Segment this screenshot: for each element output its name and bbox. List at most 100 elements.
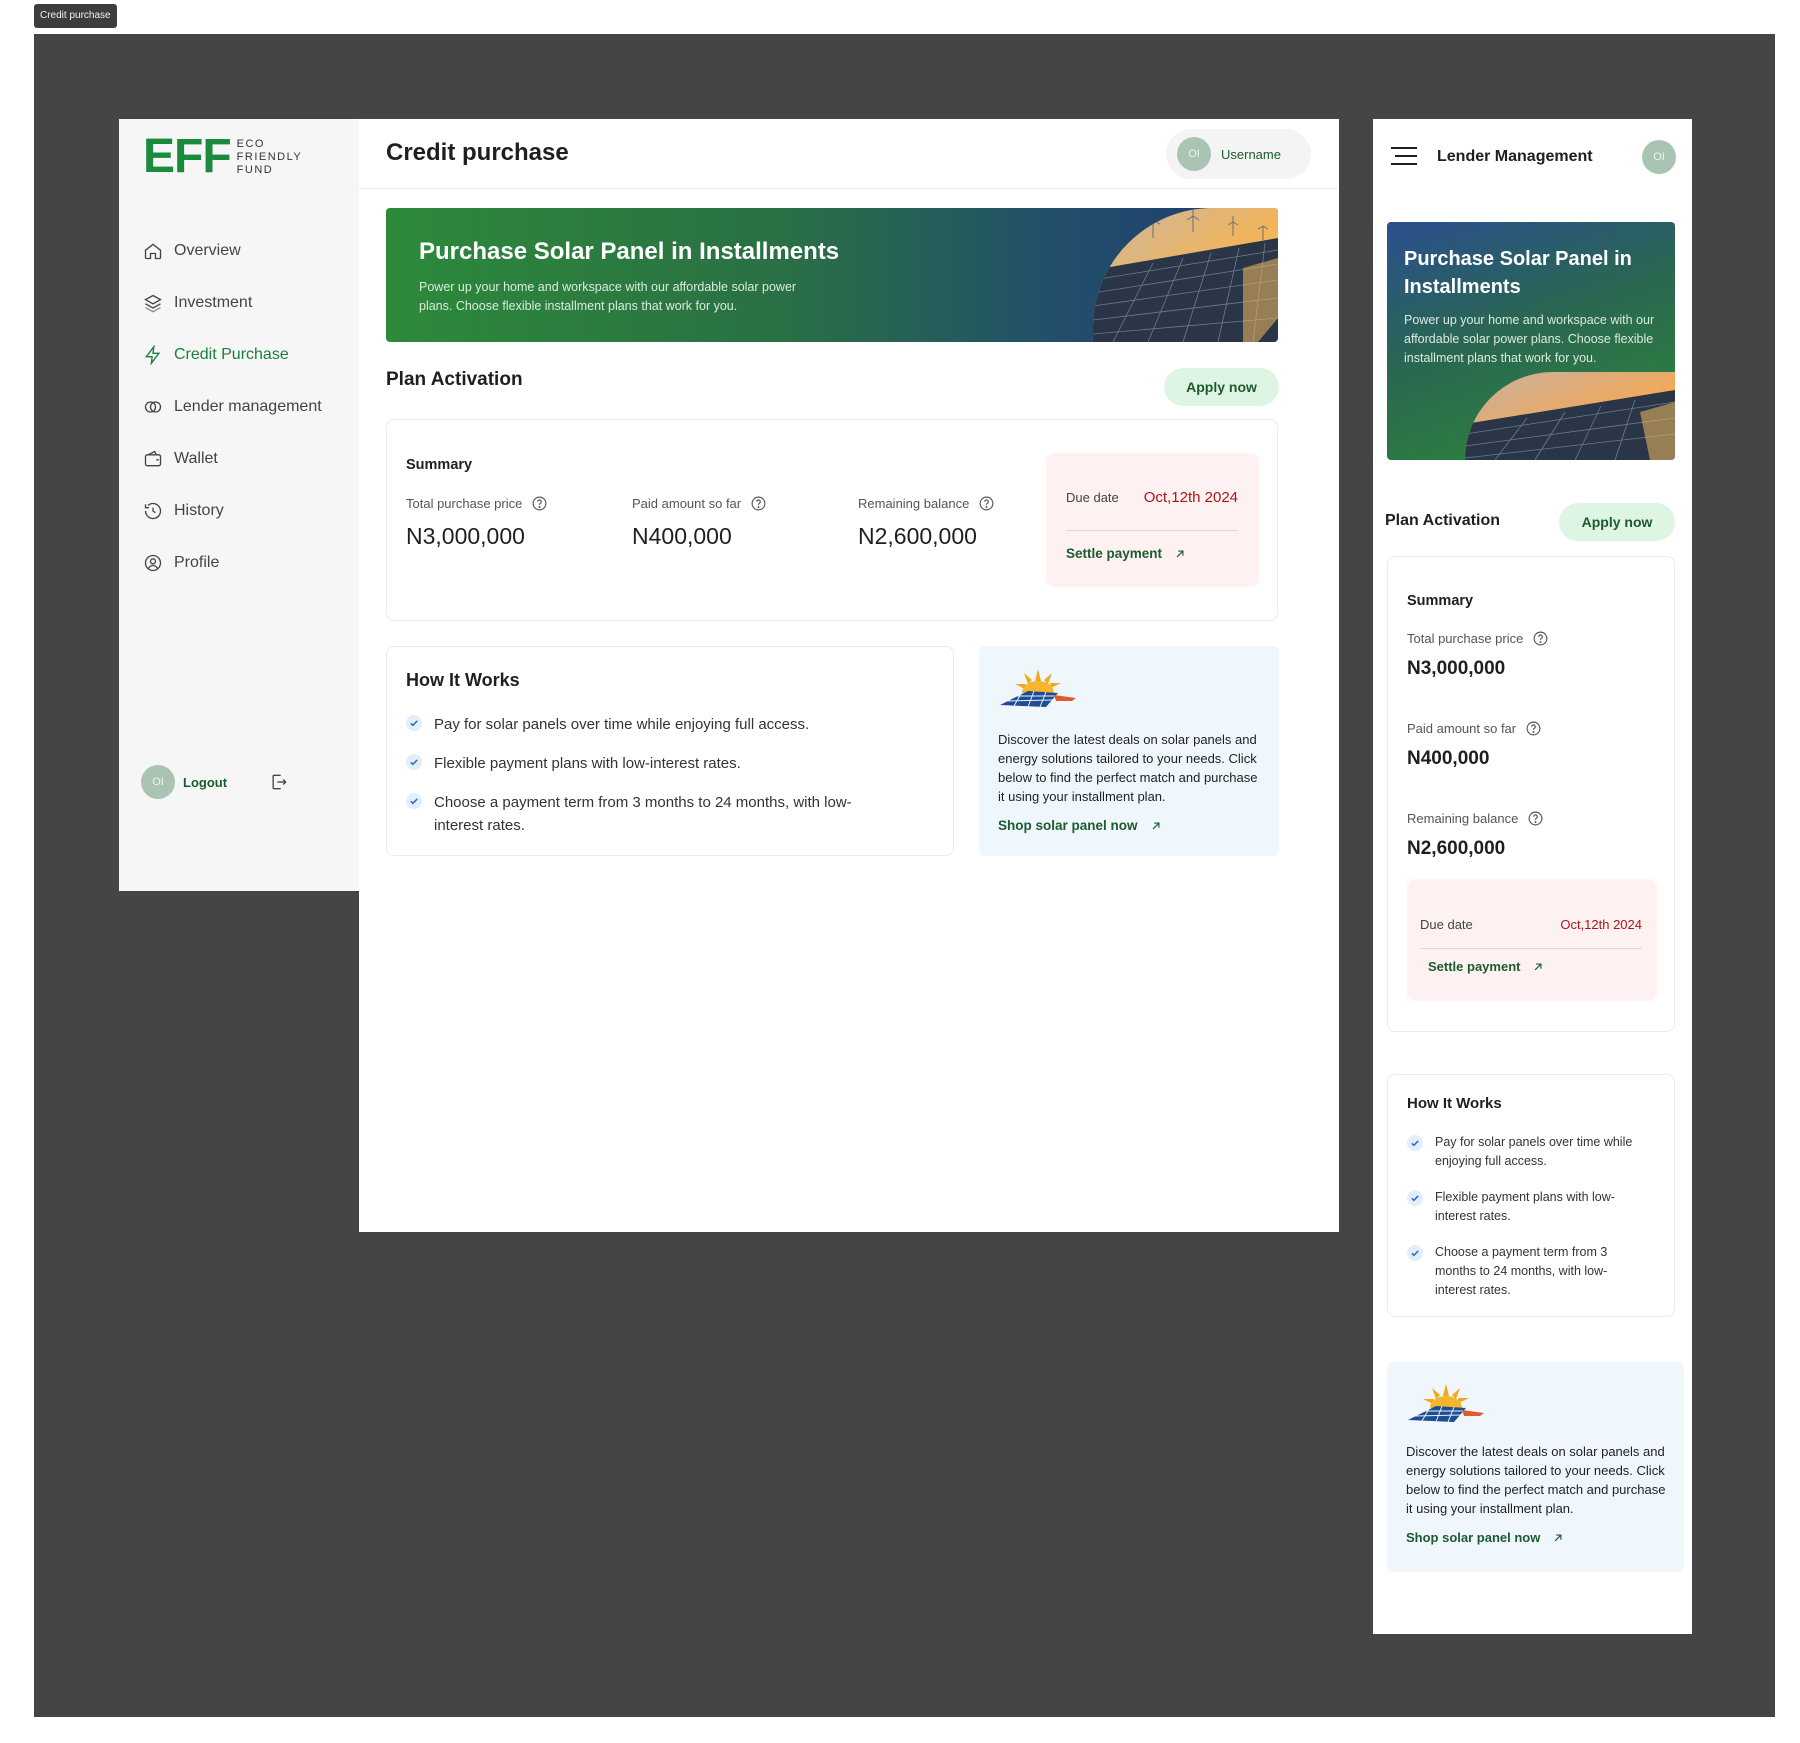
- top-bar: Credit purchase OI Username: [359, 119, 1339, 189]
- settle-payment-link[interactable]: Settle payment: [1428, 959, 1545, 974]
- arrow-up-right-icon: [1152, 822, 1160, 829]
- solar-panel-image: [1093, 208, 1278, 342]
- shop-solar-panel-label: Shop solar panel now: [1406, 1530, 1541, 1545]
- how-item-text: Choose a payment term from 3 months to 2…: [1435, 1245, 1608, 1297]
- shop-solar-panel-link[interactable]: Shop solar panel now: [1406, 1530, 1565, 1545]
- how-item-text: Choose a payment term from 3 months to 2…: [434, 794, 852, 834]
- sidebar-item-wallet[interactable]: Wallet: [143, 433, 343, 485]
- how-it-works-title: How It Works: [406, 670, 520, 690]
- help-icon[interactable]: [531, 495, 548, 512]
- settle-payment-label: Settle payment: [1428, 959, 1521, 974]
- sidebar: EFF ECO FRIENDLY FUND Overview Investment …: [119, 119, 359, 891]
- frame-label: Credit purchase: [34, 4, 117, 28]
- list-item: Pay for solar panels over time while enj…: [1407, 1133, 1652, 1171]
- wallet-icon: [144, 450, 162, 467]
- how-item-text: Flexible payment plans with low-interest…: [1435, 1190, 1615, 1223]
- hero-banner: Purchase Solar Panel in Installments Pow…: [1387, 222, 1675, 460]
- help-icon[interactable]: [978, 495, 995, 512]
- sidebar-item-label: Credit Purchase: [174, 346, 289, 363]
- total-purchase-stat: Total purchase price N3,000,000: [406, 495, 548, 550]
- promo-text: Discover the latest deals on solar panel…: [998, 732, 1258, 804]
- sidebar-item-lender-management[interactable]: Lender management: [143, 381, 343, 433]
- list-item: Flexible payment plans with low-interest…: [406, 752, 926, 775]
- main-content: Credit purchase OI Username Purchase Sol…: [359, 119, 1339, 1232]
- apply-now-button[interactable]: Apply now: [1559, 503, 1675, 541]
- paid-amount-label: Paid amount so far: [1407, 721, 1517, 736]
- check-circle-icon: [406, 715, 422, 731]
- avatar[interactable]: OI: [1642, 140, 1676, 174]
- eff-logo[interactable]: EFF ECO FRIENDLY FUND: [143, 130, 302, 183]
- apply-now-button[interactable]: Apply now: [1164, 368, 1279, 406]
- total-purchase-value: N3,000,000: [1407, 658, 1506, 679]
- list-item: Flexible payment plans with low-interest…: [1407, 1188, 1652, 1226]
- layers-icon: [144, 294, 162, 313]
- sidebar-item-credit-purchase[interactable]: Credit Purchase: [143, 329, 343, 381]
- due-date-box: Due date Oct,12th 2024 Settle payment: [1046, 453, 1259, 587]
- list-item: Choose a payment term from 3 months to 2…: [1407, 1243, 1632, 1300]
- arrow-up-right-icon: [1555, 1534, 1562, 1541]
- logo-mark: EFF: [143, 130, 232, 183]
- sidebar-item-label: History: [174, 502, 224, 519]
- sidebar-item-label: Lender management: [174, 398, 322, 415]
- check-circle-icon: [406, 754, 422, 770]
- mobile-page-title: Lender Management: [1437, 148, 1593, 165]
- sidebar-nav: Overview Investment Credit Purchase Lend…: [143, 225, 343, 589]
- how-it-works-card: How It Works Pay for solar panels over t…: [386, 646, 954, 856]
- home-icon: [144, 243, 162, 260]
- help-icon[interactable]: [750, 495, 767, 512]
- logout-icon[interactable]: [269, 772, 289, 792]
- due-date-box: Due date Oct,12th 2024 Settle payment: [1407, 879, 1657, 1001]
- check-circle-icon: [1407, 1190, 1423, 1206]
- summary-card: Summary Total purchase price N3,000,000 …: [1387, 556, 1675, 1032]
- settle-payment-link[interactable]: Settle payment: [1066, 546, 1187, 561]
- hero-title: Purchase Solar Panel in Installments: [419, 238, 840, 265]
- sidebar-item-history[interactable]: History: [143, 485, 343, 537]
- total-purchase-stat: Total purchase price N3,000,000: [1407, 630, 1549, 680]
- plan-activation-title: Plan Activation: [386, 369, 523, 390]
- sidebar-item-profile[interactable]: Profile: [143, 537, 343, 589]
- remaining-balance-value: N2,600,000: [1407, 838, 1506, 859]
- total-purchase-label: Total purchase price: [1407, 631, 1524, 646]
- shop-solar-panel-label: Shop solar panel now: [998, 818, 1138, 833]
- plan-activation-title: Plan Activation: [1385, 512, 1500, 529]
- check-circle-icon: [406, 793, 422, 809]
- help-icon[interactable]: [1525, 720, 1542, 737]
- lightning-icon: [145, 345, 161, 365]
- promo-card: Discover the latest deals on solar panel…: [1387, 1362, 1684, 1572]
- due-date-label: Due date: [1066, 490, 1119, 505]
- check-circle-icon: [1407, 1245, 1423, 1261]
- remaining-balance-label: Remaining balance: [1407, 811, 1519, 826]
- due-date-value: Oct,12th 2024: [1143, 489, 1238, 506]
- sidebar-footer: OI Logout: [141, 765, 301, 799]
- remaining-balance-stat: Remaining balance N2,600,000: [1407, 810, 1544, 860]
- settle-payment-label: Settle payment: [1066, 546, 1163, 561]
- hero-subtitle: Power up your home and workspace with ou…: [419, 280, 797, 313]
- sidebar-item-investment[interactable]: Investment: [143, 277, 343, 329]
- remaining-balance-label: Remaining balance: [858, 496, 970, 511]
- history-icon: [144, 502, 162, 520]
- shop-solar-panel-link[interactable]: Shop solar panel now: [998, 818, 1163, 833]
- page-title: Credit purchase: [386, 139, 569, 166]
- paid-amount-value: N400,000: [632, 523, 732, 549]
- sidebar-item-label: Overview: [174, 242, 241, 259]
- logout-button[interactable]: Logout: [183, 775, 227, 790]
- summary-title: Summary: [406, 457, 473, 473]
- help-icon[interactable]: [1527, 810, 1544, 827]
- summary-card: Summary Total purchase price N3,000,000 …: [386, 419, 1278, 621]
- solar-sun-icon: [1000, 669, 1076, 708]
- promo-text: Discover the latest deals on solar panel…: [1406, 1444, 1666, 1516]
- paid-amount-stat: Paid amount so far N400,000: [1407, 720, 1542, 770]
- avatar[interactable]: OI: [141, 765, 175, 799]
- help-icon[interactable]: [1532, 630, 1549, 647]
- summary-title: Summary: [1407, 593, 1474, 609]
- sidebar-item-overview[interactable]: Overview: [143, 225, 343, 277]
- how-item-text: Pay for solar panels over time while enj…: [434, 716, 810, 733]
- hamburger-menu-icon[interactable]: [1390, 145, 1418, 167]
- total-purchase-value: N3,000,000: [406, 523, 525, 549]
- paid-amount-label: Paid amount so far: [632, 496, 742, 511]
- due-date-value: Oct,12th 2024: [1560, 917, 1642, 932]
- user-menu[interactable]: OI Username: [1166, 129, 1311, 179]
- total-purchase-label: Total purchase price: [406, 496, 523, 511]
- sidebar-item-label: Profile: [174, 554, 220, 571]
- due-date-label: Due date: [1420, 917, 1473, 932]
